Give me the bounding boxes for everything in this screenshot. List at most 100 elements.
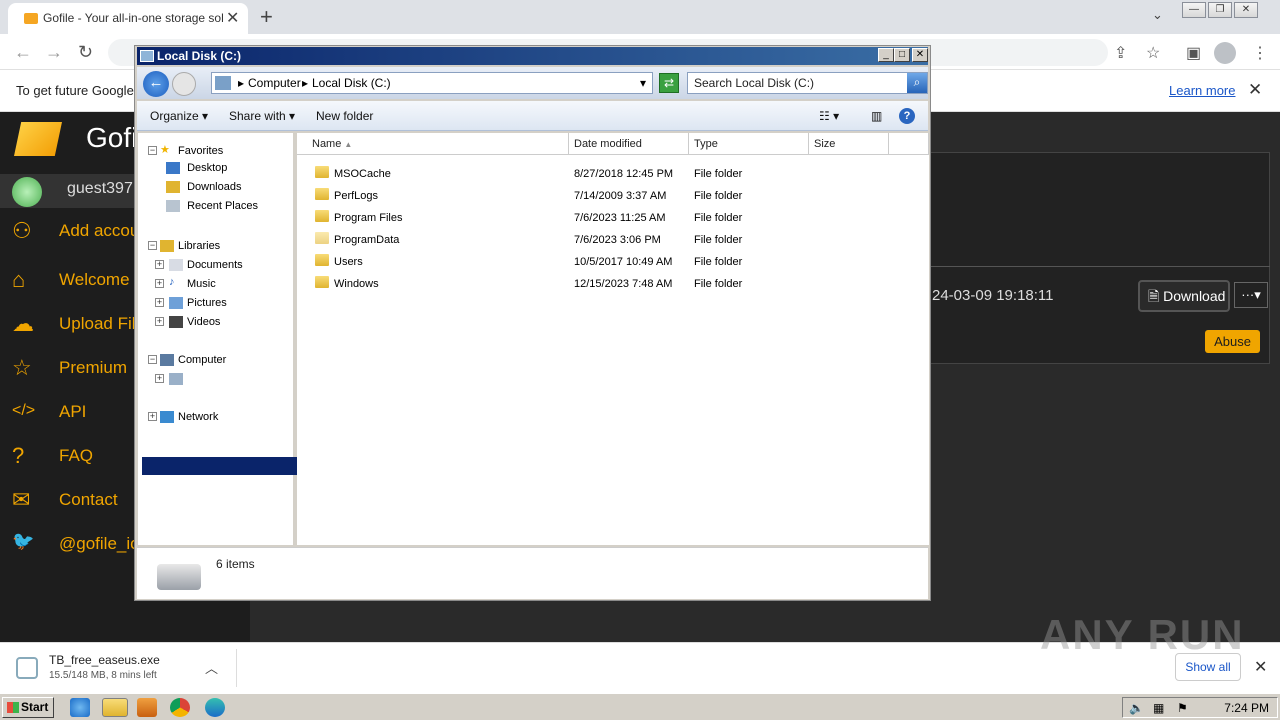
hidden-folder-icon <box>315 232 329 244</box>
file-type: File folder <box>694 256 743 268</box>
more-options-button[interactable]: ···▾ <box>1234 282 1268 308</box>
search-icon[interactable]: ⌕ <box>907 73 927 93</box>
expand-icon[interactable]: + <box>155 317 164 326</box>
media-player-icon[interactable] <box>137 698 157 717</box>
start-button[interactable]: Start <box>2 697 54 718</box>
collapse-icon[interactable]: − <box>148 146 157 155</box>
start-label: Start <box>21 700 49 714</box>
edge-icon[interactable] <box>205 698 225 717</box>
upload-timestamp: 24-03-09 19:18:11 <box>932 287 1054 304</box>
browser-tab[interactable]: Gofile - Your all-in-one storage soluti … <box>8 3 248 34</box>
nav-item-desktop[interactable]: Desktop <box>166 162 227 180</box>
tab-search-chevron-icon[interactable]: ⌄ <box>1152 7 1163 23</box>
reload-icon[interactable]: ↻ <box>78 42 93 63</box>
chevron-right-icon[interactable]: ▸ <box>238 76 244 90</box>
sidebar-item-label: Contact <box>59 490 118 509</box>
collapse-icon[interactable]: − <box>148 241 157 250</box>
internet-explorer-icon[interactable] <box>70 698 90 717</box>
file-row-program-files[interactable]: Program Files 7/6/2023 11:25 AM File fol… <box>297 207 929 229</box>
expand-icon[interactable]: + <box>155 279 164 288</box>
speaker-icon[interactable]: 🔈 <box>1129 701 1144 715</box>
expand-icon[interactable]: + <box>155 260 164 269</box>
downloads-close-icon[interactable]: ✕ <box>1254 657 1267 677</box>
chevron-down-icon[interactable]: ▾ <box>640 76 646 90</box>
nav-label: Music <box>187 278 216 290</box>
help-icon[interactable]: ? <box>899 108 915 124</box>
command-bar: Organize ▾ Share with ▾ New folder ☷ ▾ ▥… <box>137 101 928 131</box>
envelope-icon: ✉ <box>12 487 31 512</box>
file-row-users[interactable]: Users 10/5/2017 10:49 AM File folder <box>297 251 929 273</box>
breadcrumb-local-disk[interactable]: Local Disk (C:) <box>312 76 391 90</box>
restore-button[interactable]: ❐ <box>1208 2 1232 18</box>
minimize-button[interactable]: _ <box>878 48 894 62</box>
expand-icon[interactable]: + <box>155 374 164 383</box>
new-folder-button[interactable]: New folder <box>316 109 373 123</box>
file-row-programdata[interactable]: ProgramData 7/6/2023 3:06 PM File folder <box>297 229 929 251</box>
address-field[interactable]: ▸ Computer ▸ Local Disk (C:) ▾ <box>211 72 653 94</box>
expand-icon[interactable]: + <box>155 298 164 307</box>
column-header-type[interactable]: Type <box>689 133 809 155</box>
explorer-title-bar[interactable]: Local Disk (C:) _ □ ✕ <box>137 47 928 65</box>
file-type: File folder <box>694 278 743 290</box>
preview-pane-icon[interactable]: ▥ <box>871 109 882 123</box>
download-button[interactable]: 🗎 Download <box>1138 280 1230 312</box>
bookmark-star-icon[interactable]: ☆ <box>1146 43 1160 63</box>
close-window-button[interactable]: ✕ <box>1234 2 1258 18</box>
profile-avatar-icon[interactable] <box>1214 42 1236 64</box>
forward-arrow-icon[interactable]: → <box>45 42 63 63</box>
side-panel-icon[interactable]: ▣ <box>1186 43 1201 63</box>
nav-label: Desktop <box>187 162 228 174</box>
infobar-close-icon[interactable]: ✕ <box>1248 80 1262 100</box>
menu-kebab-icon[interactable]: ⋮ <box>1252 43 1268 63</box>
file-icon: 🗎 <box>1148 288 1160 304</box>
explorer-taskbar-icon[interactable] <box>102 698 128 717</box>
share-with-button[interactable]: Share with ▾ <box>229 109 295 123</box>
pictures-icon <box>169 297 183 309</box>
computer-icon <box>215 76 231 90</box>
breadcrumb-computer[interactable]: Computer <box>248 76 301 90</box>
file-row-msocache[interactable]: MSOCache 8/27/2018 12:45 PM File folder <box>297 163 929 185</box>
column-header-date[interactable]: Date modified <box>569 133 689 155</box>
search-input[interactable]: Search Local Disk (C:) <box>687 72 928 94</box>
close-button[interactable]: ✕ <box>912 48 928 62</box>
learn-more-link[interactable]: Learn more <box>1169 83 1235 98</box>
sidebar-item-label: API <box>59 402 87 421</box>
nav-item-downloads[interactable]: Downloads <box>166 181 241 199</box>
show-all-button[interactable]: Show all <box>1175 653 1241 681</box>
folder-icon <box>315 254 329 266</box>
abuse-button[interactable]: Abuse <box>1205 330 1260 353</box>
computer-icon <box>160 354 174 366</box>
chevron-right-icon[interactable]: ▸ <box>302 76 308 90</box>
column-header-name[interactable]: Name ▲ <box>297 133 569 155</box>
column-header-size[interactable]: Size <box>809 133 889 155</box>
file-row-windows[interactable]: Windows 12/15/2023 7:48 AM File folder <box>297 273 929 295</box>
share-icon[interactable]: ⇪ <box>1114 43 1127 63</box>
file-name: Windows <box>334 278 379 290</box>
download-label: Download <box>1163 288 1226 304</box>
change-view-icon[interactable]: ☷ ▾ <box>819 109 839 123</box>
maximize-button[interactable]: □ <box>894 48 910 62</box>
clock[interactable]: 7:24 PM <box>1224 701 1269 715</box>
forward-arrow-icon[interactable] <box>172 72 196 96</box>
organize-button[interactable]: Organize ▾ <box>150 109 208 123</box>
network-tray-icon[interactable]: ▦ <box>1153 701 1164 715</box>
chevron-up-icon[interactable]: ︿ <box>205 658 218 677</box>
column-label: Name <box>312 138 342 150</box>
back-arrow-icon[interactable]: ← <box>143 71 169 97</box>
back-arrow-icon[interactable]: ← <box>14 42 32 63</box>
flag-icon[interactable]: ⚑ <box>1177 701 1188 715</box>
file-name: ProgramData <box>334 234 400 246</box>
nav-item-recent-places[interactable]: Recent Places <box>166 200 258 218</box>
collapse-icon[interactable]: − <box>148 355 157 364</box>
refresh-icon[interactable]: ⇄ <box>659 73 679 93</box>
chrome-icon[interactable] <box>170 698 190 717</box>
download-file-name[interactable]: TB_free_easeus.exe <box>49 653 160 667</box>
file-date: 8/27/2018 12:45 PM <box>574 168 674 180</box>
expand-icon[interactable]: + <box>148 412 157 421</box>
file-row-perflogs[interactable]: PerfLogs 7/14/2009 3:37 AM File folder <box>297 185 929 207</box>
new-tab-button[interactable]: + <box>260 4 273 30</box>
tab-close-button[interactable]: ✕ <box>226 8 239 28</box>
drive-icon <box>169 373 183 385</box>
nav-label: Computer <box>178 354 227 366</box>
minimize-button[interactable]: — <box>1182 2 1206 18</box>
